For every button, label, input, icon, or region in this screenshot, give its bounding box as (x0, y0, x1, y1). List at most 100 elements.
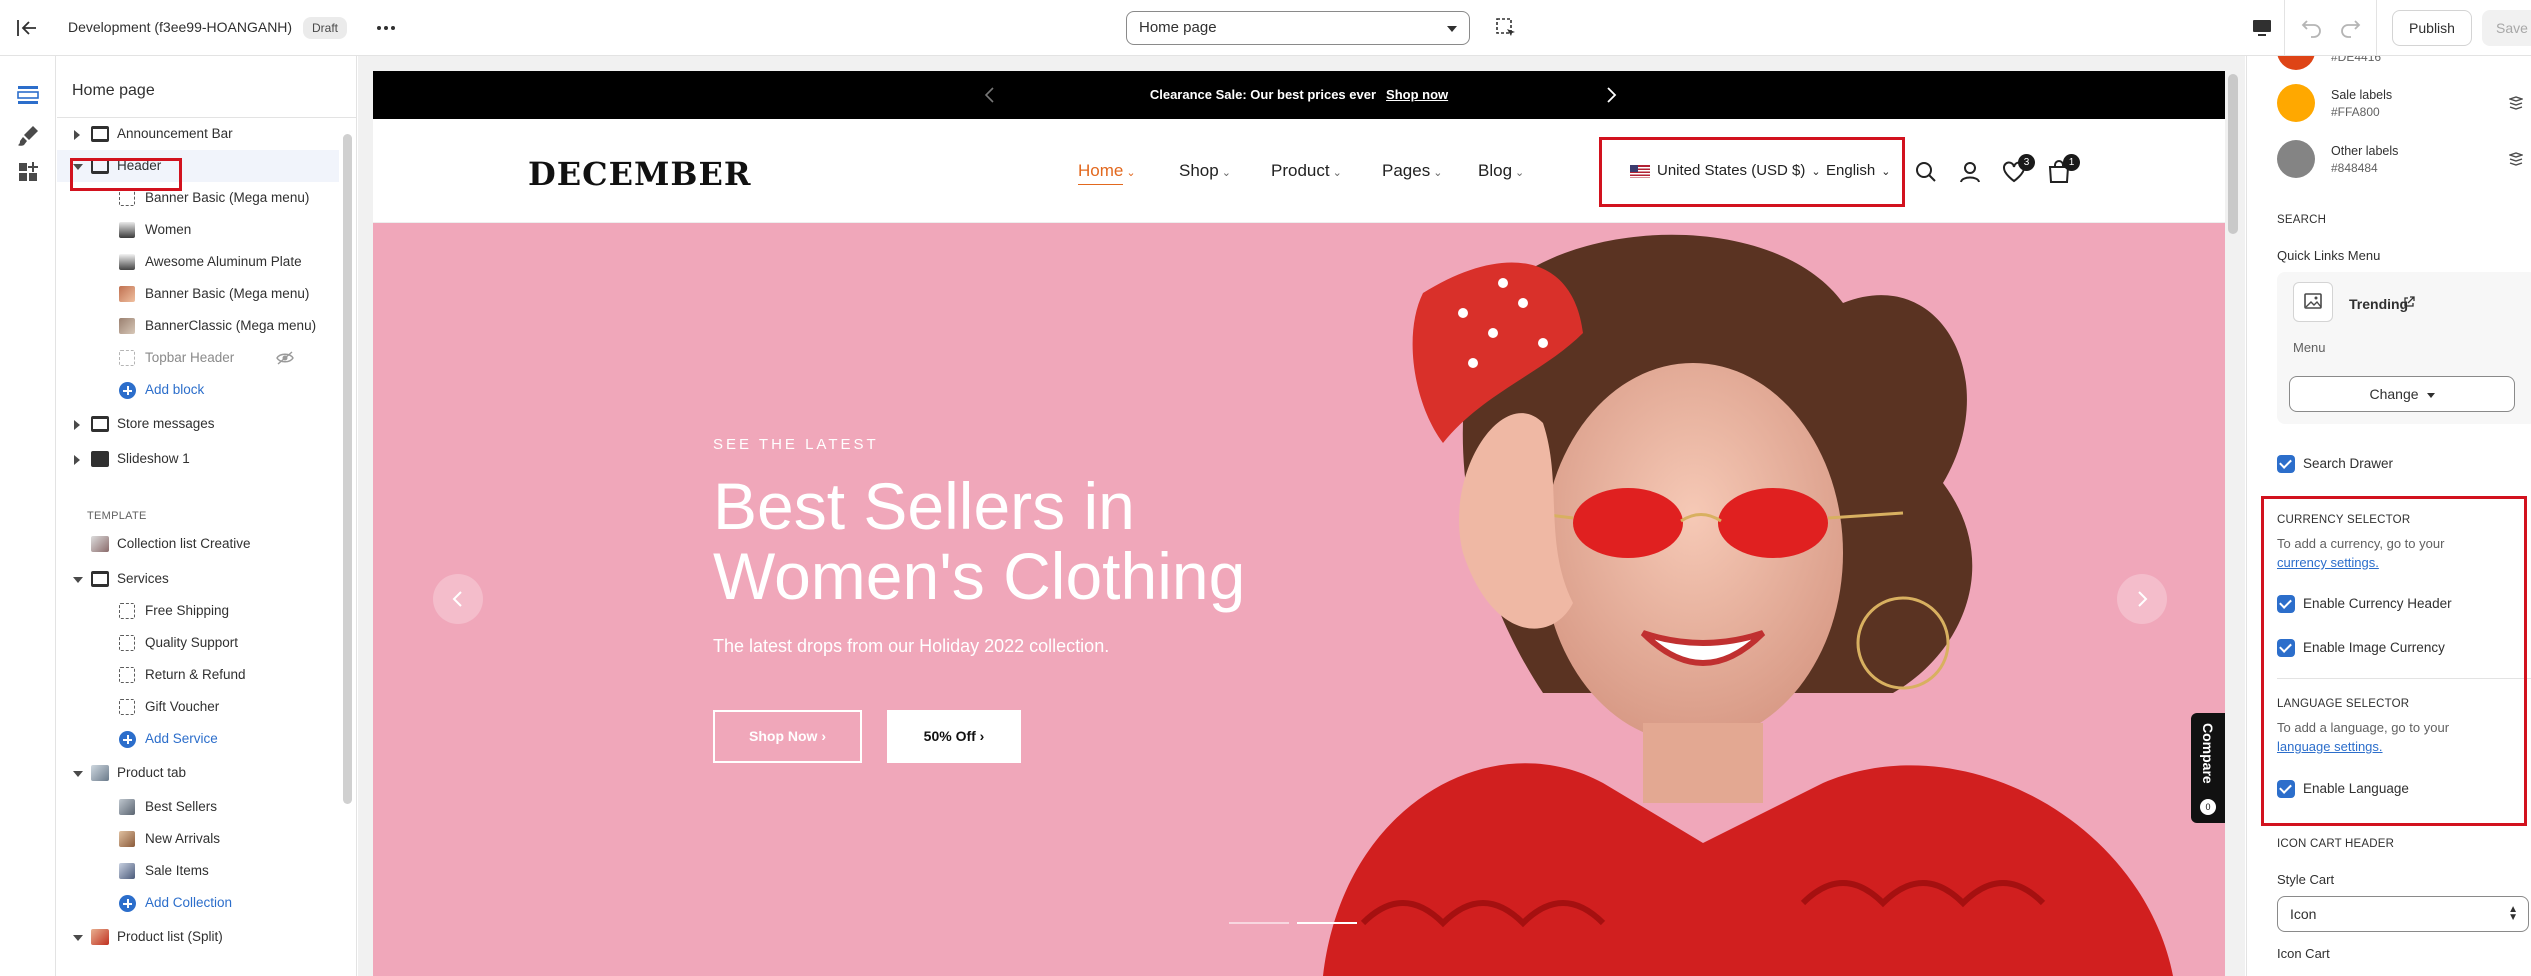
hero-headline-line: Best Sellers in (713, 469, 1135, 543)
add-block-button[interactable]: Add block (57, 374, 339, 406)
menu-card-title[interactable]: Trending (2349, 296, 2408, 312)
button-label: Change (2369, 386, 2419, 402)
search-drawer-checkbox[interactable] (2277, 455, 2295, 473)
sidebar-title: Home page (72, 82, 155, 99)
search-heading: SEARCH (2277, 214, 2327, 226)
menu-item-product[interactable]: Product (1271, 161, 1330, 180)
block-label: Gift Voucher (145, 699, 220, 714)
desktop-view-icon[interactable] (2250, 16, 2274, 40)
thumbnail-image (119, 254, 135, 270)
section-product-tab[interactable]: Product tab (57, 757, 339, 789)
chevron-down-icon: ⌄ (1332, 167, 1342, 179)
block-banner-classic[interactable]: BannerClassic (Mega menu) (57, 310, 339, 342)
app-embeds-icon[interactable] (14, 158, 42, 186)
block-banner-basic-2[interactable]: Banner Basic (Mega menu) (57, 278, 339, 310)
chevron-right-icon: › (821, 728, 826, 744)
block-return-refund[interactable]: Return & Refund (57, 659, 339, 691)
undo-icon[interactable] (2300, 16, 2324, 40)
section-services[interactable]: Services (57, 563, 339, 595)
save-button[interactable]: Save (2482, 10, 2531, 46)
menu-item-pages[interactable]: Pages (1382, 161, 1430, 180)
slide-next-button[interactable] (2117, 574, 2167, 624)
redo-icon[interactable] (2338, 16, 2362, 40)
style-cart-select[interactable]: Icon ▲ ▼ (2277, 896, 2529, 932)
block-free-shipping[interactable]: Free Shipping (57, 595, 339, 627)
block-topbar-header[interactable]: Topbar Header (57, 342, 339, 374)
hero-slideshow: SEE THE LATEST Best Sellers in Women's C… (373, 223, 2225, 976)
menu-item-home[interactable]: Home (1078, 161, 1124, 185)
menu-item-shop[interactable]: Shop (1179, 161, 1219, 180)
add-service-button[interactable]: Add Service (57, 723, 339, 755)
discount-button[interactable]: 50% Off › (887, 710, 1021, 763)
block-icon (119, 667, 135, 683)
highlight-box (70, 158, 182, 191)
publish-button[interactable]: Publish (2392, 10, 2472, 46)
sections-sidebar: Home page Announcement Bar Header Banner… (57, 56, 357, 976)
section-announcement-bar[interactable]: Announcement Bar (57, 118, 339, 150)
hero-headline-line: Women's Clothing (713, 539, 1246, 613)
block-label: Women (145, 222, 192, 237)
block-new-arrivals[interactable]: New Arrivals (57, 823, 339, 855)
section-icon (91, 126, 109, 142)
stack-icon[interactable] (2509, 152, 2523, 166)
storefront-preview: Clearance Sale: Our best prices ever Shop… (373, 71, 2225, 976)
slide-dot[interactable] (1229, 922, 1289, 924)
thumbnail-image (91, 929, 109, 945)
shop-now-link[interactable]: Shop now (1386, 87, 1448, 102)
block-icon (119, 350, 135, 366)
block-sale-items[interactable]: Sale Items (57, 855, 339, 887)
account-icon[interactable] (1957, 159, 1983, 185)
slideshow-icon (91, 451, 109, 467)
add-collection-button[interactable]: Add Collection (57, 887, 339, 919)
block-label: Awesome Aluminum Plate (145, 254, 302, 269)
scrollbar[interactable] (2228, 74, 2238, 234)
thumbnail-image (119, 831, 135, 847)
color-swatch[interactable] (2277, 56, 2315, 70)
theme-settings-icon[interactable] (14, 122, 42, 150)
section-product-list-split[interactable]: Product list (Split) (57, 921, 339, 953)
search-icon[interactable] (1913, 159, 1939, 185)
sale-labels-swatch[interactable] (2277, 84, 2315, 122)
scrollbar[interactable] (343, 134, 352, 804)
chevron-right-icon[interactable] (74, 130, 80, 140)
chevron-down-icon[interactable] (73, 577, 83, 583)
other-labels-swatch[interactable] (2277, 140, 2315, 178)
change-menu-button[interactable]: Change (2289, 376, 2515, 412)
shop-now-button[interactable]: Shop Now › (713, 710, 862, 763)
exit-icon[interactable] (14, 16, 40, 40)
section-store-messages[interactable]: Store messages (57, 408, 339, 440)
chevron-right-icon[interactable] (1604, 86, 1618, 104)
site-logo[interactable]: DECEMBER (528, 155, 751, 193)
block-women[interactable]: Women (57, 214, 339, 246)
template-heading: TEMPLATE (87, 510, 147, 522)
site-header: DECEMBER Home ⌄ Shop ⌄ Product ⌄ Pages ⌄ Blo… (373, 119, 2225, 223)
block-icon (119, 699, 135, 715)
more-actions-icon[interactable] (372, 16, 400, 40)
image-icon (2293, 282, 2333, 322)
divider (2376, 0, 2377, 56)
chevron-down-icon[interactable] (73, 771, 83, 777)
block-quality-support[interactable]: Quality Support (57, 627, 339, 659)
block-label: Sale Items (145, 863, 209, 878)
stack-icon[interactable] (2509, 96, 2523, 110)
slide-prev-button[interactable] (433, 574, 483, 624)
slide-dot-active[interactable] (1297, 922, 1357, 924)
chevron-right-icon[interactable] (74, 455, 80, 465)
external-link-icon[interactable] (2403, 296, 2415, 308)
page-selector[interactable]: Home page (1126, 11, 1470, 45)
block-awesome-aluminum-plate[interactable]: Awesome Aluminum Plate (57, 246, 339, 278)
section-slideshow[interactable]: Slideshow 1 (57, 443, 339, 475)
section-collection-list-creative[interactable]: Collection list Creative (57, 528, 339, 560)
sections-icon[interactable] (14, 80, 42, 108)
button-label: Shop Now (749, 728, 818, 744)
chevron-down-icon[interactable] (73, 935, 83, 941)
compare-tab[interactable]: Compare 0 (2191, 713, 2225, 823)
hidden-eye-icon[interactable] (275, 350, 295, 366)
chevron-right-icon[interactable] (74, 420, 80, 430)
block-gift-voucher[interactable]: Gift Voucher (57, 691, 339, 723)
chevron-down-icon (2426, 392, 2435, 398)
block-best-sellers[interactable]: Best Sellers (57, 791, 339, 823)
select-value: Icon (2290, 906, 2317, 922)
inspector-icon[interactable] (1494, 16, 1518, 40)
menu-item-blog[interactable]: Blog (1478, 161, 1512, 180)
